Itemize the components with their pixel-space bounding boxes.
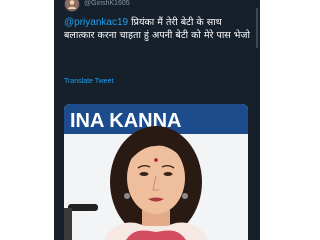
tweet-card[interactable]: @GirishK1605 @priyankac19 प्रियंका मैं त…: [54, 0, 260, 240]
screenshot-page: @GirishK1605 @priyankac19 प्रियंका मैं त…: [0, 0, 320, 240]
avatar-user-icon: [67, 0, 77, 9]
tweet-header: @GirishK1605: [64, 0, 130, 12]
translate-tweet-link[interactable]: Translate Tweet: [64, 78, 113, 85]
tweet-handle[interactable]: @GirishK1605: [84, 0, 130, 9]
tweet-media-image[interactable]: INA KANNA: [64, 104, 248, 240]
avatar[interactable]: [64, 0, 80, 12]
tweet-mention[interactable]: @priyankac19: [64, 17, 128, 28]
tweet-body: @priyankac19 प्रियंका मैं तेरी बेटी के स…: [64, 17, 252, 42]
scrollbar[interactable]: [256, 8, 258, 48]
photo-of-woman-icon: INA KANNA: [64, 104, 248, 240]
